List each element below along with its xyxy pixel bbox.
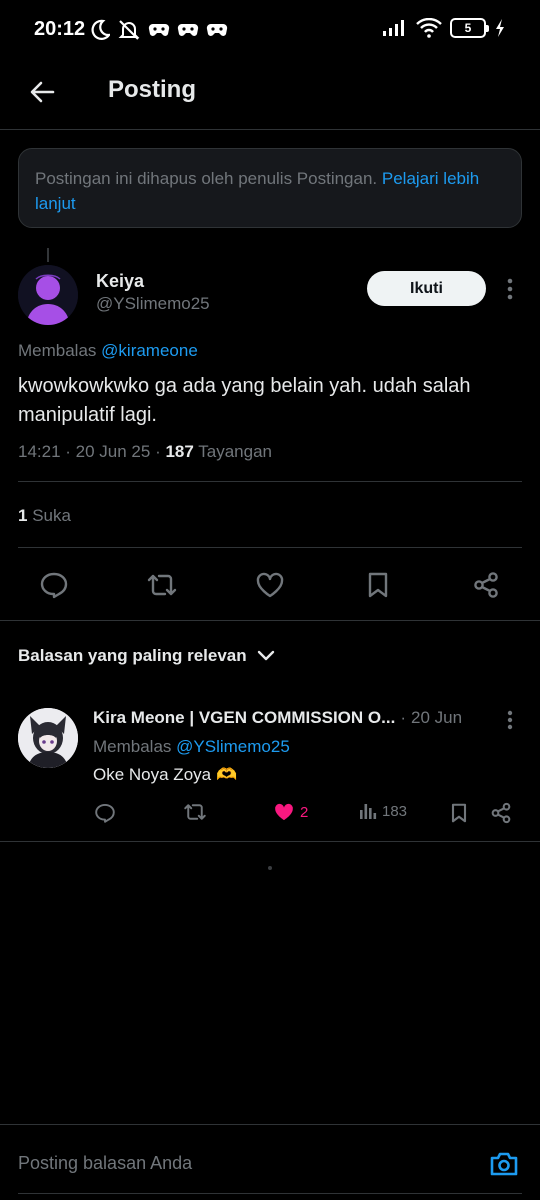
post-time: 14:21	[18, 442, 61, 461]
composer-underline	[18, 1193, 522, 1194]
battery-icon: 5	[450, 18, 489, 38]
battery-level: 5	[464, 21, 472, 35]
analytics-icon	[359, 802, 377, 820]
reply-repost-button[interactable]	[183, 802, 207, 822]
heart-hands-emoji: 🫶	[216, 765, 238, 784]
likes-label: Suka	[32, 506, 71, 525]
divider	[18, 547, 522, 548]
status-right-icons: 5	[382, 18, 506, 38]
reply-like-count: 2	[300, 803, 309, 821]
reply-actions: 2 183	[0, 800, 540, 830]
post-actions	[0, 560, 540, 608]
reply-button[interactable]	[38, 570, 70, 600]
status-bar: 20:12 5	[0, 0, 540, 62]
likes-summary[interactable]: 1 Suka	[18, 506, 71, 526]
charging-icon	[494, 18, 506, 38]
reply-icon	[94, 802, 116, 824]
game-controller-icon	[206, 22, 228, 38]
reply-icon	[39, 571, 69, 599]
back-button[interactable]	[22, 72, 62, 112]
author-name[interactable]: Keiya	[96, 271, 144, 292]
bookmark-icon	[450, 802, 468, 824]
reply-header: Kira Meone | VGEN COMMISSION O... · 20 J…	[93, 708, 462, 728]
signal-icon	[382, 19, 408, 37]
chevron-down-icon	[257, 650, 275, 662]
replies-sort-label: Balasan yang paling relevan	[18, 646, 247, 665]
camera-icon	[489, 1151, 519, 1177]
like-icon	[255, 572, 285, 598]
deleted-post-notice: Postingan ini dihapus oleh penulis Posti…	[18, 148, 522, 228]
replying-mention[interactable]: @kirameone	[101, 341, 198, 360]
status-time: 20:12	[34, 18, 86, 40]
wifi-icon	[416, 18, 442, 38]
reply-avatar[interactable]	[18, 708, 78, 768]
repost-button[interactable]	[146, 570, 178, 600]
repost-icon	[183, 802, 207, 822]
notice-text: Postingan ini dihapus oleh penulis Posti…	[35, 169, 378, 188]
reply-input[interactable]: Posting balasan Anda	[18, 1153, 192, 1174]
top-app-bar: Posting	[0, 62, 540, 130]
repost-icon	[146, 572, 178, 598]
author-handle[interactable]: @YSlimemo25	[96, 294, 210, 314]
reply-author-name[interactable]: Kira Meone | VGEN COMMISSION O...	[93, 708, 395, 728]
reply-date[interactable]: 20 Jun	[411, 708, 462, 728]
post-meta: 14:21 · 20 Jun 25 · 187 Tayangan	[18, 442, 272, 461]
replying-to: Membalas @kirameone	[18, 341, 198, 361]
separator-dot: ·	[400, 708, 406, 727]
heart-filled-icon	[273, 802, 295, 822]
replying-prefix: Membalas	[93, 737, 172, 756]
post-text: kwowkowkwko ga ada yang belain yah. udah…	[18, 375, 471, 426]
avatar[interactable]	[18, 265, 78, 325]
game-controller-icon	[148, 22, 170, 38]
replying-mention[interactable]: @YSlimemo25	[176, 737, 290, 756]
loading-indicator	[268, 866, 272, 870]
share-icon	[472, 571, 500, 599]
reply-text-body: Oke Noya Zoya	[93, 765, 212, 784]
more-vertical-icon	[507, 278, 513, 300]
reply-composer: Posting balasan Anda	[0, 1124, 540, 1200]
share-icon	[490, 802, 512, 824]
follow-button[interactable]: Ikuti	[367, 271, 486, 306]
bookmark-button[interactable]	[362, 570, 394, 600]
moon-icon	[90, 19, 110, 41]
post-date: 20 Jun 25	[75, 442, 151, 461]
arrow-left-icon	[29, 80, 55, 104]
reply-text: Oke Noya Zoya 🫶	[93, 765, 237, 785]
status-left-icons	[90, 19, 228, 41]
replies-sort-dropdown[interactable]: Balasan yang paling relevan	[18, 646, 275, 666]
share-button[interactable]	[470, 570, 502, 600]
reply-more-options-button[interactable]	[499, 708, 521, 732]
reply-view-count: 183	[382, 802, 408, 820]
views-label: Tayangan	[198, 442, 272, 461]
reply-replying-to: Membalas @YSlimemo25	[93, 737, 290, 757]
reply-views-button[interactable]: 183	[359, 802, 407, 820]
reply-share-button[interactable]	[490, 802, 512, 824]
reply-like-button[interactable]: 2	[273, 802, 308, 822]
page-title: Posting	[108, 76, 196, 103]
divider	[18, 481, 522, 482]
more-vertical-icon	[507, 710, 513, 730]
replying-prefix: Membalas	[18, 341, 97, 360]
like-button[interactable]	[254, 570, 286, 600]
game-controller-icon	[177, 22, 199, 38]
thread-connector	[47, 248, 49, 262]
reply-bookmark-button[interactable]	[450, 802, 468, 824]
muted-bell-icon	[117, 19, 141, 41]
divider	[0, 841, 540, 842]
likes-count: 1	[18, 506, 28, 525]
more-options-button[interactable]	[499, 276, 521, 302]
reply-reply-button[interactable]	[94, 802, 116, 824]
divider	[0, 620, 540, 621]
bookmark-icon	[366, 571, 390, 599]
views-count: 187	[165, 442, 194, 461]
camera-button[interactable]	[486, 1147, 522, 1181]
